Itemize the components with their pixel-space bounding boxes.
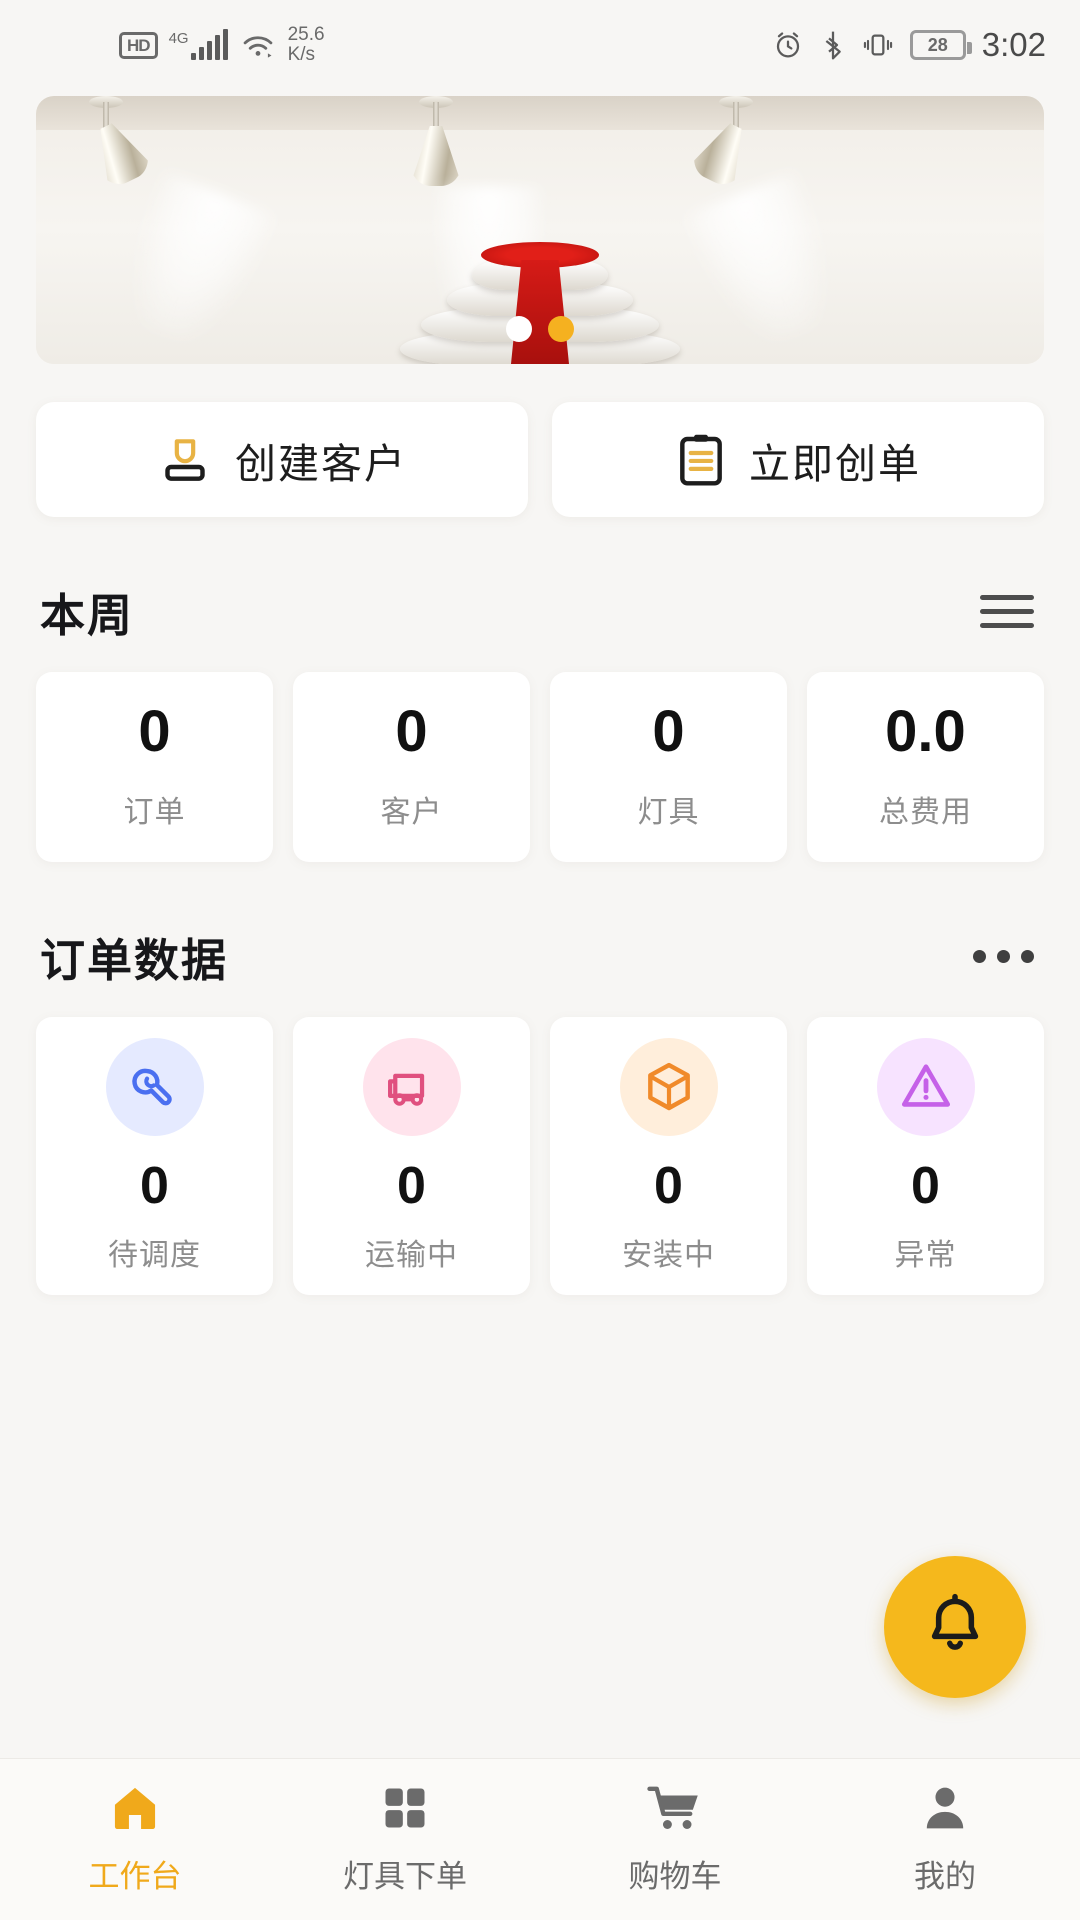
stat-card-total-cost[interactable]: 0.0 总费用	[807, 672, 1044, 862]
clipboard-icon	[675, 432, 727, 488]
home-icon	[107, 1777, 163, 1839]
bottom-navigation: 工作台 灯具下单 购物车 我的	[0, 1758, 1080, 1920]
hd-icon: HD	[119, 31, 158, 59]
hamburger-menu-icon[interactable]	[974, 587, 1040, 636]
create-order-label: 立即创单	[749, 440, 921, 487]
stat-label: 订单	[123, 796, 186, 829]
promo-banner[interactable]	[36, 96, 1044, 364]
nav-label: 购物车	[628, 1859, 722, 1894]
status-bar: HD 4G 25.6 K/s 28 3:02	[0, 0, 1080, 90]
order-value: 0	[654, 1157, 683, 1215]
order-value: 0	[911, 1157, 940, 1215]
truck-icon	[362, 1038, 461, 1136]
cart-icon	[646, 1777, 704, 1839]
stat-value: 0	[652, 699, 685, 764]
stat-card-lamps[interactable]: 0 灯具	[550, 672, 787, 862]
order-value: 0	[140, 1157, 169, 1215]
nav-item-cart[interactable]: 购物车	[540, 1777, 810, 1896]
bluetooth-icon	[820, 29, 846, 61]
person-icon	[919, 1777, 971, 1839]
nav-item-lamp-order[interactable]: 灯具下单	[270, 1777, 540, 1896]
order-value: 0	[397, 1157, 426, 1215]
signal-bars-icon: 4G	[168, 29, 228, 60]
order-card-installing[interactable]: 0 安装中	[550, 1017, 787, 1295]
page-content: 创建客户 立即创单 本周 0 订单 0 客户 0 灯具 0.0 总费用 订单数据…	[0, 96, 1080, 1295]
order-label: 待调度	[108, 1239, 201, 1272]
stat-card-orders[interactable]: 0 订单	[36, 672, 273, 862]
battery-icon: 28	[909, 30, 972, 60]
banner-ceiling	[36, 96, 1044, 130]
wrench-icon	[105, 1038, 204, 1136]
nav-label: 工作台	[88, 1859, 182, 1894]
order-label: 异常	[894, 1239, 957, 1272]
week-section-header: 本周	[36, 579, 1044, 644]
clock-time: 3:02	[981, 26, 1046, 63]
status-bar-right: 28 3:02	[772, 26, 1046, 64]
stat-label: 灯具	[637, 796, 700, 829]
carousel-dot[interactable]	[506, 316, 532, 342]
week-stats-row: 0 订单 0 客户 0 灯具 0.0 总费用	[36, 672, 1044, 862]
network-speed: 25.6 K/s	[287, 24, 325, 65]
nav-label: 我的	[914, 1859, 976, 1894]
quick-actions: 创建客户 立即创单	[36, 402, 1044, 517]
order-stats-row: 0 待调度 0 运输中 0 安装中 0 异常	[36, 1017, 1044, 1295]
podium	[400, 242, 680, 364]
order-section-header: 订单数据	[36, 924, 1044, 989]
stat-value: 0	[395, 699, 428, 764]
create-order-button[interactable]: 立即创单	[552, 402, 1044, 517]
person-badge-icon	[157, 432, 213, 488]
nav-label: 灯具下单	[343, 1859, 467, 1894]
order-card-pending-dispatch[interactable]: 0 待调度	[36, 1017, 273, 1295]
carousel-dots[interactable]	[506, 316, 574, 342]
carousel-dot-active[interactable]	[548, 316, 574, 342]
order-card-in-transit[interactable]: 0 运输中	[293, 1017, 530, 1295]
wifi-icon	[239, 30, 277, 60]
create-customer-button[interactable]: 创建客户	[36, 402, 528, 517]
nav-item-workbench[interactable]: 工作台	[0, 1777, 270, 1896]
order-label: 安装中	[622, 1239, 715, 1272]
week-section-title: 本周	[40, 590, 135, 641]
status-bar-left: HD 4G 25.6 K/s	[34, 25, 772, 65]
stat-value: 0.0	[885, 699, 966, 764]
stat-card-customers[interactable]: 0 客户	[293, 672, 530, 862]
box-icon	[619, 1038, 718, 1136]
grid-icon	[379, 1777, 431, 1839]
stat-label: 总费用	[879, 796, 972, 829]
warning-icon	[876, 1038, 975, 1136]
order-card-exception[interactable]: 0 异常	[807, 1017, 1044, 1295]
notification-fab[interactable]	[884, 1556, 1026, 1698]
vibrate-icon	[862, 29, 894, 61]
bell-icon	[920, 1592, 990, 1662]
more-dots-icon[interactable]	[967, 938, 1040, 975]
stat-label: 客户	[380, 796, 443, 829]
create-customer-label: 创建客户	[235, 440, 407, 487]
order-label: 运输中	[365, 1239, 458, 1272]
nav-item-profile[interactable]: 我的	[810, 1777, 1080, 1896]
stat-value: 0	[138, 699, 171, 764]
order-section-title: 订单数据	[40, 935, 229, 986]
alarm-clock-icon	[772, 29, 804, 61]
network-type-label: 4G	[168, 30, 189, 47]
